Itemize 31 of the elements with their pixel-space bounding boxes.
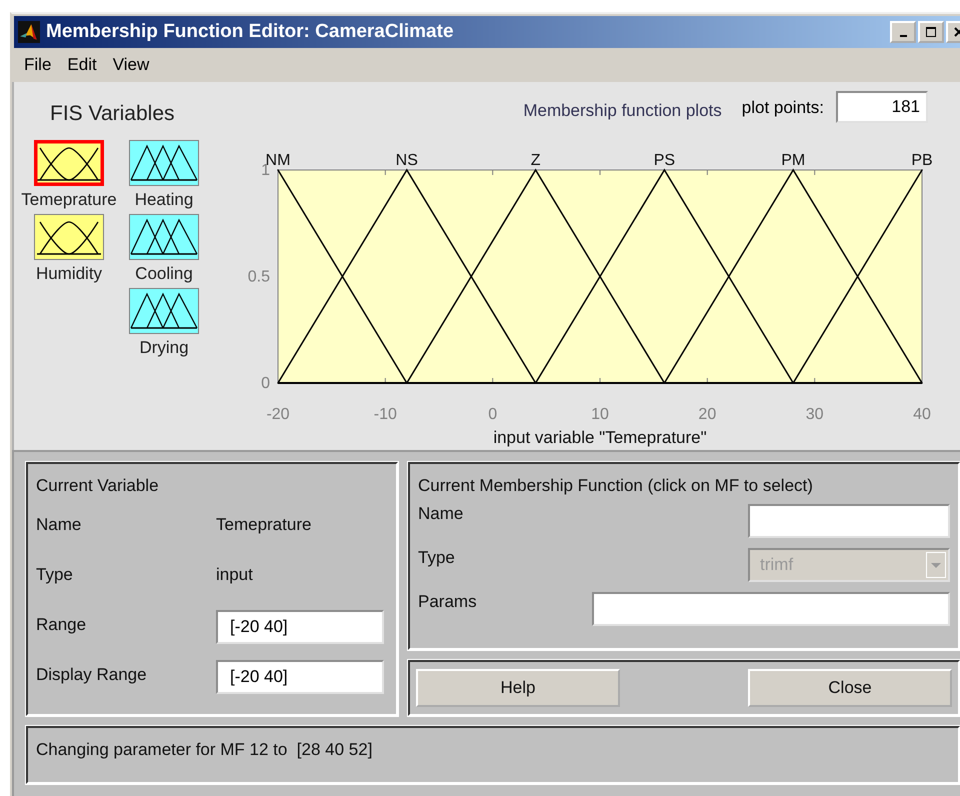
field-label: Display Range [36,664,148,686]
panel-title: FIS Variables [50,102,176,126]
panel-title: Current Variable [36,476,160,496]
variable-label: Temeprature [21,190,117,210]
variable-label: Cooling [135,264,193,284]
x-tick-label: 20 [698,406,716,423]
variable-name: Temeprature [216,514,312,536]
variable-label: Humidity [36,264,102,284]
variable-label: Heating [134,190,194,210]
x-axis-label: input variable "Temeprature" [493,428,707,447]
field-label: Params [418,592,477,612]
variable-label: Drying [139,338,189,358]
x-tick-label: 40 [913,406,931,423]
panel-title: Current Membership Function (click on MF to select) [418,476,814,496]
field-label: Range [36,614,88,636]
x-tick-label: 0 [488,406,498,423]
field-label: Type [418,548,455,568]
field-label: Name [36,514,82,536]
window-title: Membership Function Editor: CameraClimate [46,21,454,43]
field-label: Type [36,564,74,586]
y-tick-label: 0 [261,375,270,392]
x-tick-label: 10 [591,406,609,423]
status-message: Changing parameter for MF 12 to [28 40 52] [36,740,372,759]
x-tick-label: -10 [374,406,397,423]
x-tick-label: -20 [266,406,290,423]
variable-type: input [216,564,254,586]
y-tick-label: 0.5 [248,268,270,286]
field-label: Name [418,504,464,524]
x-tick-label: 30 [806,406,824,423]
plot-title: Membership function plots [523,101,722,121]
plot-points-label: plot points: [742,98,824,118]
